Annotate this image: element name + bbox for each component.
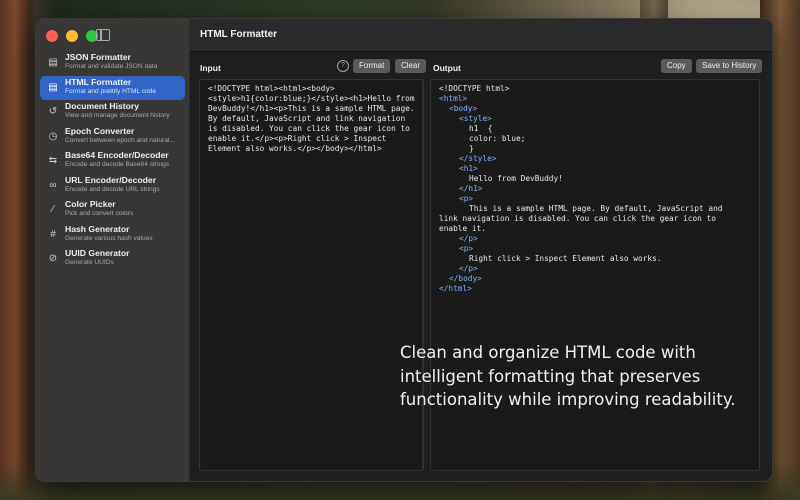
- sidebar-item-title: UUID Generator: [65, 248, 130, 258]
- html-doc-icon: ▤: [48, 81, 58, 93]
- sidebar-item-title: Base64 Encoder/Decoder: [65, 150, 169, 160]
- minimize-button[interactable]: [66, 30, 78, 42]
- uuid-icon: ⊘: [48, 253, 58, 264]
- output-line: <style>: [459, 114, 492, 123]
- output-line: <body>: [449, 104, 478, 113]
- input-label: Input: [200, 63, 221, 73]
- sidebar-item-document-history[interactable]: ↺ Document History View and manage documen…: [40, 100, 185, 125]
- sidebar-item-subtitle: View and manage document history: [65, 112, 170, 119]
- sidebar-item-subtitle: Encode and decode Base64 strings: [65, 161, 170, 168]
- sidebar-item-subtitle: Generate various hash values: [65, 234, 153, 242]
- sidebar-item-json-formatter[interactable]: ▤ JSON Formatter Format and validate JSON …: [40, 51, 185, 76]
- sidebar-item-title: URL Encoder/Decoder: [65, 174, 157, 185]
- link-icon: ∞: [49, 179, 57, 191]
- output-line: This is a sample HTML page. By default, …: [469, 204, 723, 213]
- eyedropper-icon: ∕: [52, 204, 54, 215]
- sidebar-item-subtitle: Pick and convert colors: [65, 210, 134, 217]
- output-line: </body>: [449, 274, 482, 283]
- sidebar-item-title: Epoch Converter: [65, 125, 135, 136]
- hash-icon: #: [50, 228, 56, 240]
- sidebar-item-title: Hash Generator: [65, 223, 130, 234]
- output-line: enable it.: [439, 224, 486, 233]
- output-line: <p>: [459, 244, 474, 253]
- sidebar-item-subtitle: Generate UUIDs: [65, 259, 114, 266]
- sidebar-item-subtitle: Format and validate JSON data: [65, 63, 158, 70]
- sidebar-item-subtitle: Convert between epoch and natural...: [65, 136, 175, 144]
- help-icon[interactable]: ?: [337, 60, 349, 72]
- sidebar: ▤ JSON Formatter Format and validate JSON …: [36, 19, 190, 481]
- sidebar-item-title: Document History: [65, 101, 140, 111]
- output-label: Output: [433, 63, 461, 73]
- output-line: </p>: [459, 234, 478, 243]
- output-line: <html>: [439, 94, 468, 103]
- sidebar-item-title: JSON Formatter: [65, 52, 131, 62]
- output-line: Right click > Inspect Element also works…: [469, 254, 662, 263]
- output-line: link navigation is disabled. You can cli…: [439, 214, 716, 223]
- output-line: }: [469, 144, 474, 153]
- arrows-swap-icon: ⇆: [48, 155, 58, 166]
- output-line: </style>: [459, 154, 497, 163]
- output-line: </p>: [459, 264, 478, 273]
- title-bar: HTML Formatter: [190, 19, 772, 52]
- output-line: Hello from DevBuddy!: [469, 174, 563, 183]
- output-line: <p>: [459, 194, 474, 203]
- json-doc-icon: ▤: [48, 57, 58, 68]
- sidebar-item-title: Color Picker: [65, 199, 116, 209]
- output-line: </html>: [439, 284, 472, 293]
- sidebar-nav: ▤ JSON Formatter Format and validate JSON …: [40, 51, 185, 272]
- app-window: ▤ JSON Formatter Format and validate JSON …: [35, 18, 773, 482]
- sidebar-item-subtitle: Format and prettify HTML code: [65, 87, 157, 95]
- tree-trunk-left: [0, 0, 30, 500]
- sidebar-item-hash-generator[interactable]: # Hash Generator Generate various hash val…: [40, 223, 185, 248]
- sidebar-item-title: HTML Formatter: [65, 76, 132, 87]
- sidebar-item-subtitle: Encode and decode URL strings: [65, 185, 160, 193]
- output-line: <h1>: [459, 164, 478, 173]
- output-line: <!DOCTYPE html>: [439, 84, 510, 93]
- marketing-caption: Clean and organize HTML code with intell…: [400, 343, 736, 409]
- output-line: </h1>: [459, 184, 483, 193]
- clock-icon: ◷: [48, 130, 58, 142]
- sidebar-item-base64-encoder-decoder[interactable]: ⇆ Base64 Encoder/Decoder Encode and decode…: [40, 149, 185, 174]
- output-editor[interactable]: <!DOCTYPE html> <html> <body> <style> h1 {co…: [430, 79, 760, 471]
- output-line: color: blue;: [469, 134, 526, 143]
- output-line: h1 {: [469, 124, 493, 133]
- sidebar-item-uuid-generator[interactable]: ⊘ UUID Generator Generate UUIDs: [40, 247, 185, 272]
- input-editor[interactable]: <!DOCTYPE html><html><body><style>h1{col…: [199, 79, 424, 471]
- copy-button[interactable]: Copy: [661, 59, 692, 73]
- save-to-history-button[interactable]: Save to History: [696, 59, 763, 73]
- sidebar-item-color-picker[interactable]: ∕ Color Picker Pick and convert colors: [40, 198, 185, 223]
- page-title: HTML Formatter: [200, 29, 278, 40]
- close-button[interactable]: [46, 30, 58, 42]
- sidebar-toggle-icon[interactable]: [96, 29, 110, 41]
- sidebar-item-url-encoder-decoder[interactable]: ∞ URL Encoder/Decoder Encode and decode UR…: [40, 174, 185, 199]
- window-controls: [46, 30, 98, 42]
- clear-button[interactable]: Clear: [395, 59, 427, 73]
- format-button[interactable]: Format: [353, 59, 391, 73]
- sidebar-item-epoch-converter[interactable]: ◷ Epoch Converter Convert between epoch an…: [40, 125, 185, 150]
- pane-divider[interactable]: [422, 79, 423, 471]
- history-icon: ↺: [48, 106, 58, 117]
- sidebar-item-html-formatter[interactable]: ▤ HTML Formatter Format and prettify HTML …: [40, 75, 185, 100]
- main-content: HTML Formatter Input ? Format Clear Outp…: [190, 19, 772, 481]
